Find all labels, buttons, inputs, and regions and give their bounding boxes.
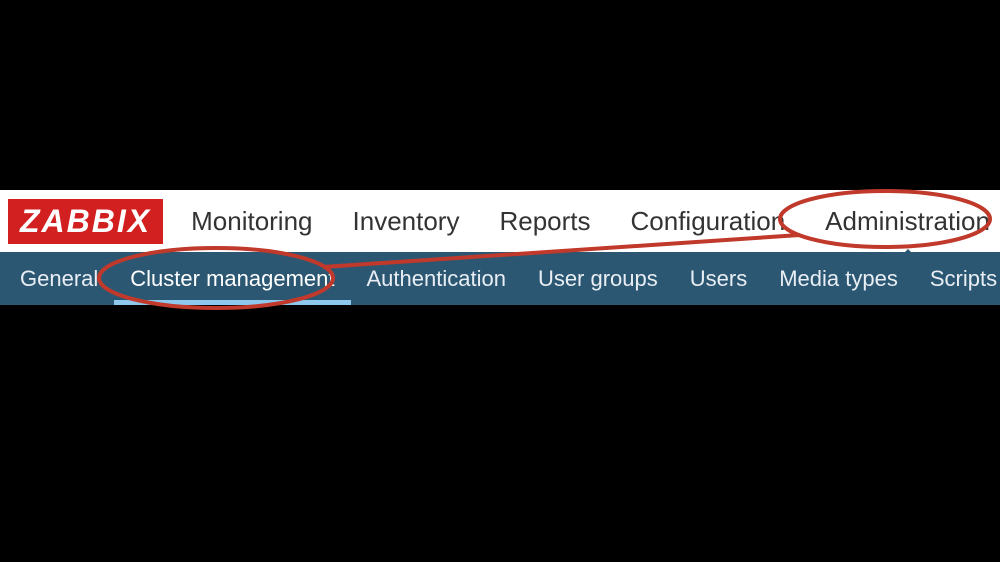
submenu-item-cluster-management[interactable]: Cluster management xyxy=(114,252,350,305)
mainmenu-item-inventory[interactable]: Inventory xyxy=(353,206,460,237)
logo[interactable]: ZABBIX xyxy=(8,199,163,244)
mainmenu-item-monitoring[interactable]: Monitoring xyxy=(191,206,312,237)
submenu-item-media-types[interactable]: Media types xyxy=(763,252,914,305)
mainmenu-item-reports[interactable]: Reports xyxy=(499,206,590,237)
mainmenu-item-configuration[interactable]: Configuration xyxy=(631,206,786,237)
submenu-item-scripts[interactable]: Scripts xyxy=(914,252,1000,305)
submenu-item-user-groups[interactable]: User groups xyxy=(522,252,674,305)
top-nav: ZABBIX Monitoring Inventory Reports Configu… xyxy=(0,190,1000,252)
main-menu: Monitoring Inventory Reports Configuration A… xyxy=(191,206,990,237)
stage: ZABBIX Monitoring Inventory Reports Configu… xyxy=(0,0,1000,562)
submenu-item-users[interactable]: Users xyxy=(674,252,763,305)
submenu-item-general[interactable]: General xyxy=(4,252,114,305)
mainmenu-item-administration[interactable]: Administration xyxy=(825,206,990,237)
submenu-item-authentication[interactable]: Authentication xyxy=(351,252,522,305)
sub-nav: GeneralCluster managementAuthenticationU… xyxy=(0,252,1000,305)
